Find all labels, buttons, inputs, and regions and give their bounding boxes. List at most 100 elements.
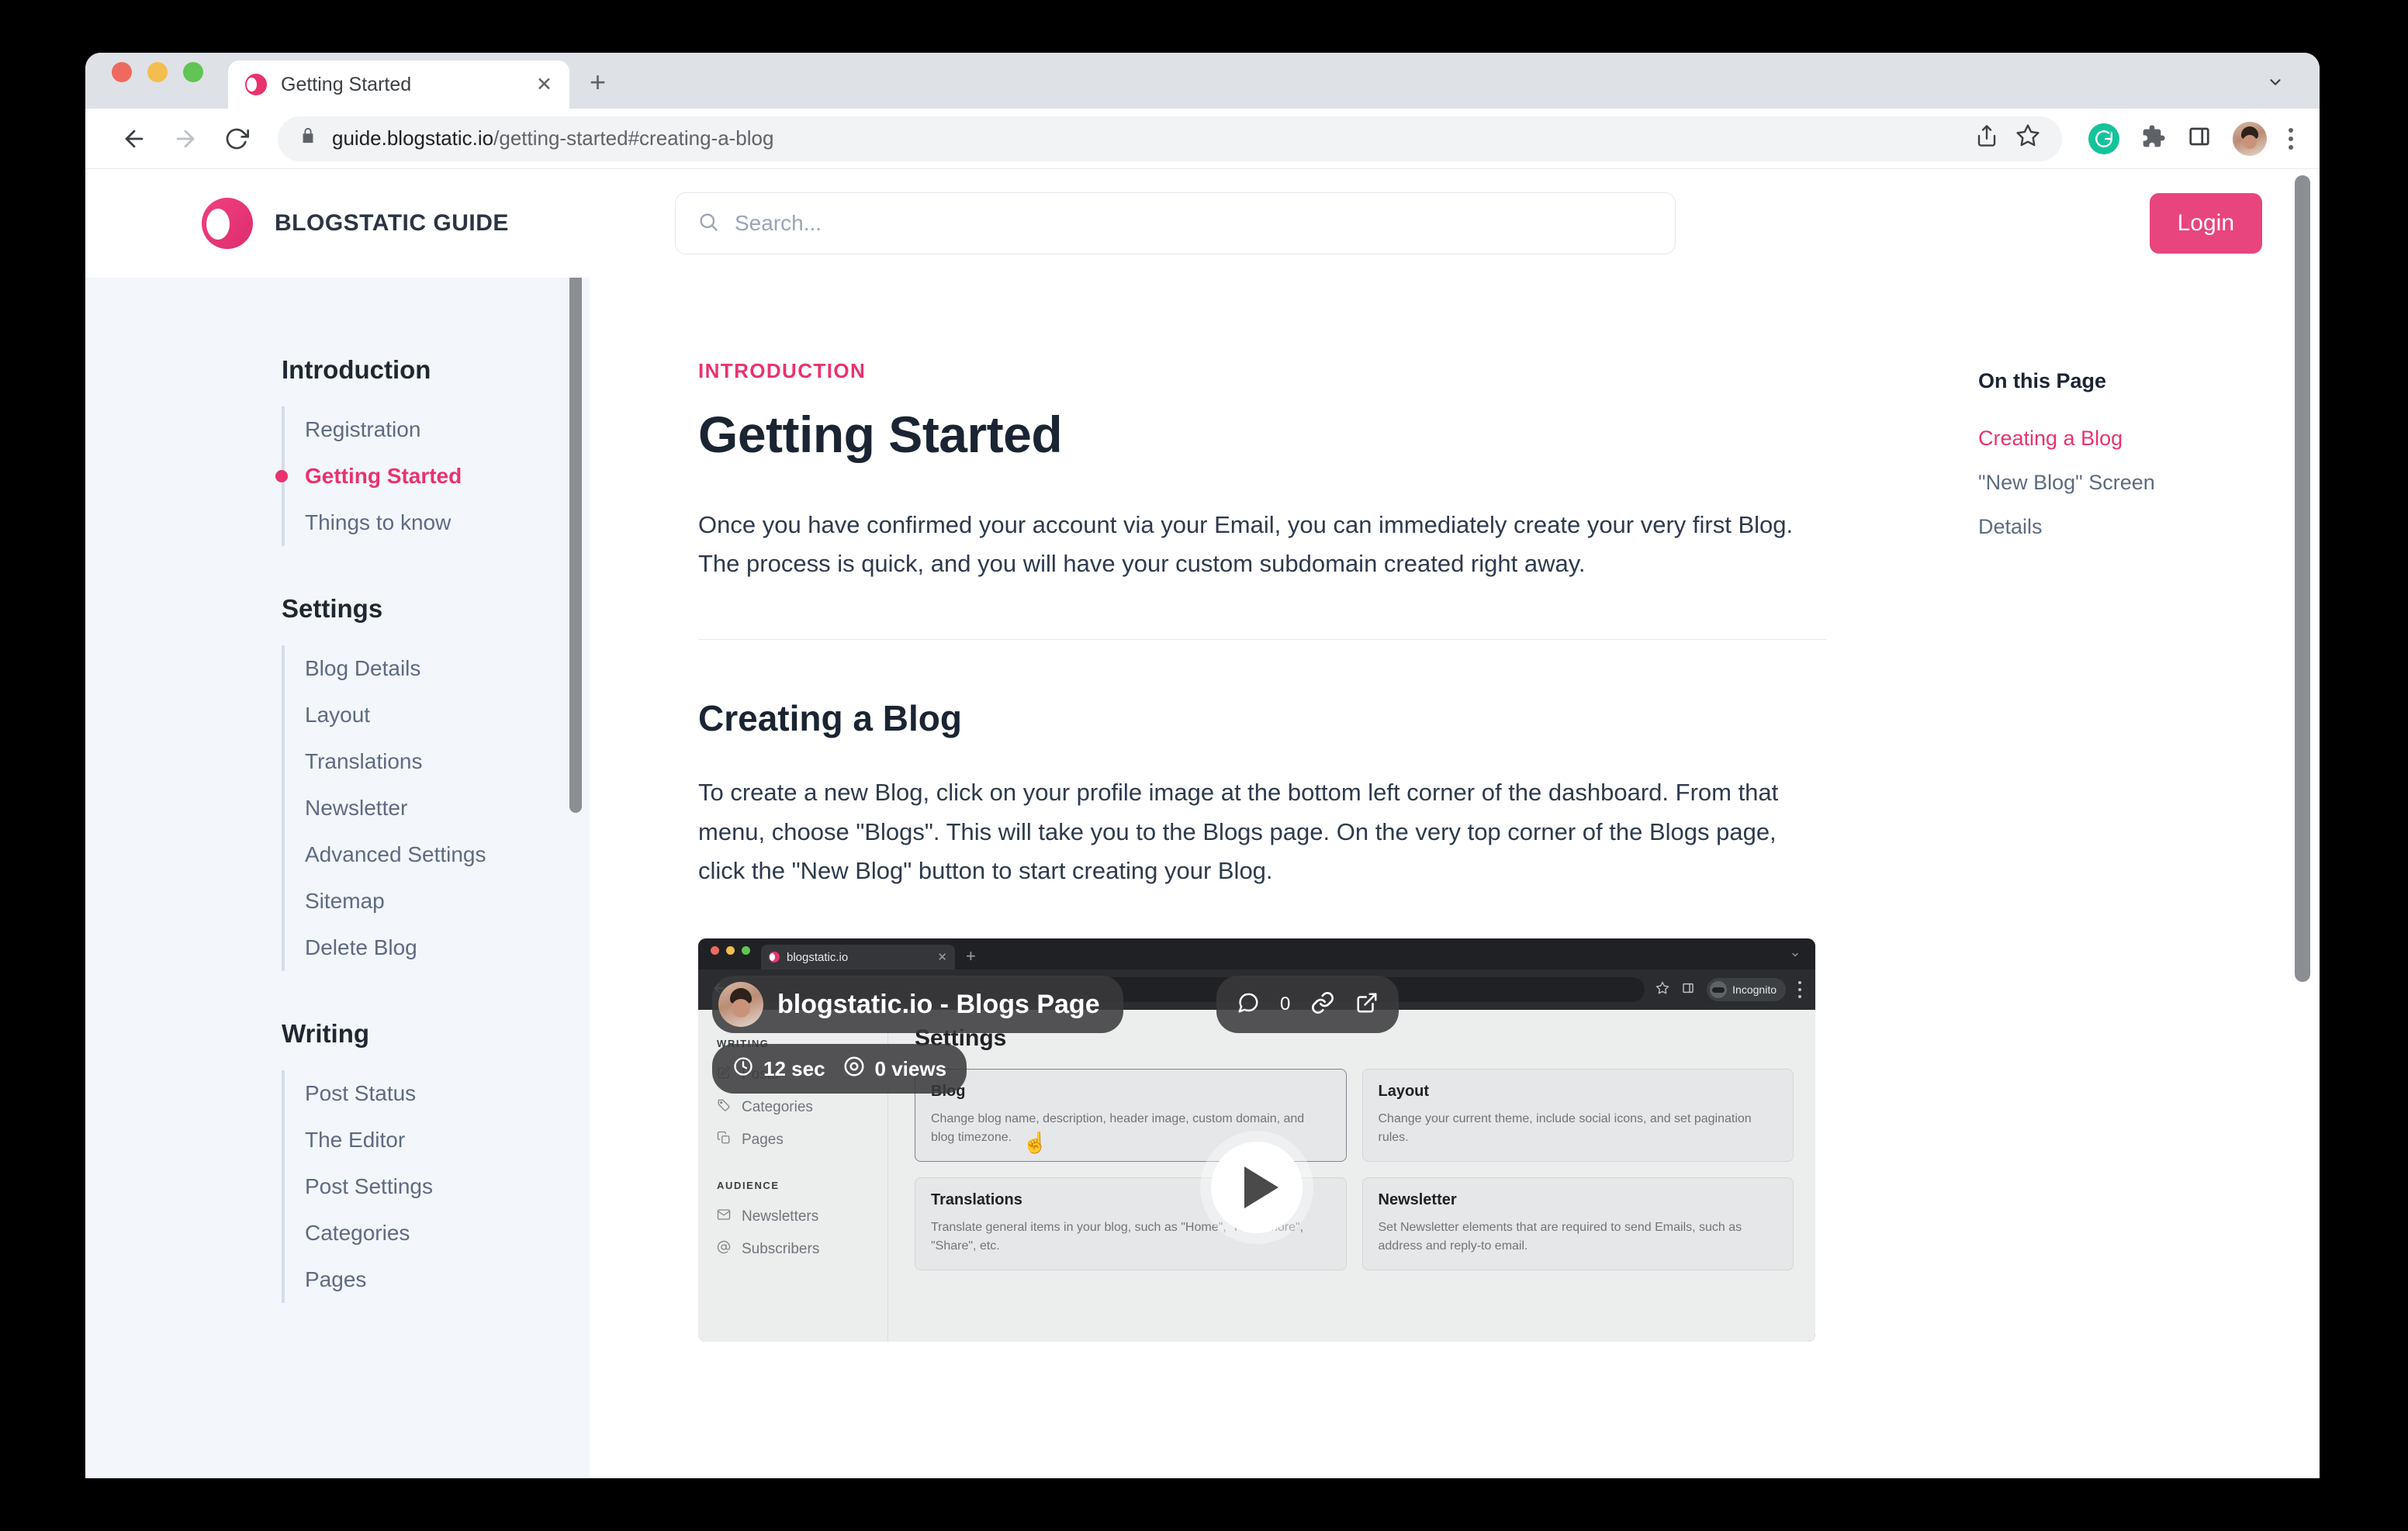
bookmark-star-icon[interactable] xyxy=(2015,123,2040,154)
link-icon[interactable] xyxy=(1310,990,1335,1019)
video-title: blogstatic.io - Blogs Page xyxy=(777,989,1100,1019)
sidebar-group-introduction: Introduction Registration Getting Starte… xyxy=(282,355,590,546)
video-nav-section-audience: AUDIENCE xyxy=(717,1180,780,1192)
brand[interactable]: BLOGSTATIC GUIDE xyxy=(202,198,675,249)
sidebar-item-newsletter[interactable]: Newsletter xyxy=(305,785,590,831)
blogstatic-logo-icon xyxy=(245,74,267,95)
page-title: Getting Started xyxy=(698,406,1063,463)
sidebar-item-blog-details[interactable]: Blog Details xyxy=(305,645,590,692)
sidebar-group-writing: Writing Post Status The Editor Post Sett… xyxy=(282,1019,590,1303)
close-window-dot xyxy=(711,945,719,955)
video-nav-label: Newsletters xyxy=(742,1208,819,1225)
address-bar[interactable]: guide.blogstatic.io/getting-started#crea… xyxy=(278,116,2062,161)
sidebar-item-getting-started[interactable]: Getting Started xyxy=(305,453,590,499)
login-button[interactable]: Login xyxy=(2149,193,2262,254)
extensions-puzzle-icon[interactable] xyxy=(2141,124,2166,153)
video-inner-main: Settings Blog Change blog name, descript… xyxy=(888,1010,1815,1342)
close-window-button[interactable] xyxy=(112,62,132,82)
forward-icon[interactable] xyxy=(163,116,208,161)
pointer-cursor-icon: ☝ xyxy=(1022,1131,1048,1155)
chevron-down-icon xyxy=(1789,949,1801,969)
section-heading-creating-a-blog: Creating a Blog xyxy=(698,698,962,739)
site-header: BLOGSTATIC GUIDE Login xyxy=(85,169,2320,278)
browser-toolbar: guide.blogstatic.io/getting-started#crea… xyxy=(85,109,2320,169)
sidebar-nav: Introduction Registration Getting Starte… xyxy=(85,278,590,1478)
video-author-avatar xyxy=(718,982,763,1028)
card-desc: Change your current theme, include socia… xyxy=(1378,1112,1752,1145)
card-desc: Change blog name, description, header im… xyxy=(931,1112,1305,1145)
settings-card-grid: Blog Change blog name, description, head… xyxy=(915,1069,1794,1271)
profile-avatar[interactable] xyxy=(2233,121,2267,156)
toc-item-new-blog-screen[interactable]: "New Blog" Screen xyxy=(1978,461,2320,505)
toc-heading: On this Page xyxy=(1978,369,2107,392)
browser-extension-icons xyxy=(2081,121,2293,156)
external-link-icon[interactable] xyxy=(1355,991,1379,1018)
tag-icon xyxy=(717,1098,731,1117)
incognito-label: Incognito xyxy=(1732,983,1777,997)
sidebar-item-translations[interactable]: Translations xyxy=(305,738,590,785)
on-this-page-toc: On this Page Creating a Blog "New Blog" … xyxy=(1932,278,2320,1478)
sidebar-item-advanced-settings[interactable]: Advanced Settings xyxy=(305,831,590,878)
maximize-window-button[interactable] xyxy=(183,62,203,82)
chevron-down-icon[interactable] xyxy=(2262,74,2289,95)
play-button[interactable] xyxy=(1211,1142,1303,1234)
card-title: Blog xyxy=(931,1083,1330,1101)
chrome-menu-icon[interactable] xyxy=(2289,127,2293,150)
sidebar-item-categories[interactable]: Categories xyxy=(305,1210,590,1256)
sidebar-item-delete-blog[interactable]: Delete Blog xyxy=(305,924,590,971)
sidebar-item-post-status[interactable]: Post Status xyxy=(305,1070,590,1117)
new-tab-button[interactable]: + xyxy=(590,68,606,109)
incognito-icon xyxy=(1710,981,1728,999)
search-input[interactable] xyxy=(735,211,1653,236)
play-icon xyxy=(1244,1166,1278,1209)
browser-tab-strip: Getting Started ✕ + xyxy=(85,53,2320,109)
minimize-window-button[interactable] xyxy=(147,62,168,82)
browser-tab[interactable]: Getting Started ✕ xyxy=(228,60,569,109)
search-box[interactable] xyxy=(675,192,1676,254)
sidebar-item-sitemap[interactable]: Sitemap xyxy=(305,878,590,924)
main-content: INTRODUCTION Getting Started Once you ha… xyxy=(590,278,1932,1478)
sidebar-scrollbar[interactable] xyxy=(569,278,582,813)
at-sign-icon xyxy=(717,1240,731,1259)
card-desc: Set Newsletter elements that are require… xyxy=(1378,1221,1742,1253)
video-nav-item-pages: Pages xyxy=(717,1124,887,1156)
share-icon[interactable] xyxy=(1975,124,1998,153)
sidebar-item-post-settings[interactable]: Post Settings xyxy=(305,1163,590,1210)
side-panel-icon[interactable] xyxy=(2188,125,2211,152)
sidebar-item-the-editor[interactable]: The Editor xyxy=(305,1117,590,1163)
video-duration: 12 sec xyxy=(763,1056,825,1080)
grammarly-icon[interactable] xyxy=(2088,123,2119,154)
sidebar-item-pages[interactable]: Pages xyxy=(305,1256,590,1303)
video-nav-label: Subscribers xyxy=(742,1241,820,1258)
toc-item-creating-a-blog[interactable]: Creating a Blog xyxy=(1978,416,2320,461)
settings-card-blog: Blog Change blog name, description, head… xyxy=(915,1069,1347,1163)
browser-tab-title: Getting Started xyxy=(281,73,412,95)
comment-count: 0 xyxy=(1280,994,1291,1015)
web-page: BLOGSTATIC GUIDE Login Introduction Regi… xyxy=(85,169,2320,1478)
page-scrollbar[interactable] xyxy=(2295,175,2310,982)
bookmark-star-icon xyxy=(1656,981,1669,999)
video-inner-tab-strip: blogstatic.io ✕ + xyxy=(698,938,1815,970)
close-icon[interactable]: ✕ xyxy=(536,73,552,96)
reload-icon[interactable] xyxy=(214,116,259,161)
sidebar-item-things-to-know[interactable]: Things to know xyxy=(305,499,590,546)
video-inner-tab-title: blogstatic.io xyxy=(787,950,849,964)
comment-icon[interactable] xyxy=(1237,991,1260,1018)
brand-name: BLOGSTATIC GUIDE xyxy=(275,210,509,236)
embedded-video-player[interactable]: blogstatic.io ✕ + Incognito Categories P… xyxy=(698,938,1815,1343)
breadcrumb: INTRODUCTION xyxy=(698,359,867,382)
intro-paragraph: Once you have confirmed your account via… xyxy=(698,511,1794,578)
video-actions-overlay: 0 xyxy=(1216,976,1399,1034)
eye-icon xyxy=(842,1055,866,1083)
sidebar-group-title: Introduction xyxy=(282,355,431,384)
sidebar-item-layout[interactable]: Layout xyxy=(305,692,590,738)
sidebar-item-registration[interactable]: Registration xyxy=(305,406,590,453)
back-icon[interactable] xyxy=(112,116,157,161)
toc-item-details[interactable]: Details xyxy=(1978,505,2320,549)
envelope-icon xyxy=(717,1208,731,1226)
maximize-window-dot xyxy=(742,945,750,955)
blogstatic-logo-icon xyxy=(769,952,780,963)
settings-card-layout: Layout Change your current theme, includ… xyxy=(1361,1069,1794,1163)
video-nav-label: Categories xyxy=(742,1099,813,1116)
settings-card-newsletter: Newsletter Set Newsletter elements that … xyxy=(1361,1177,1794,1271)
